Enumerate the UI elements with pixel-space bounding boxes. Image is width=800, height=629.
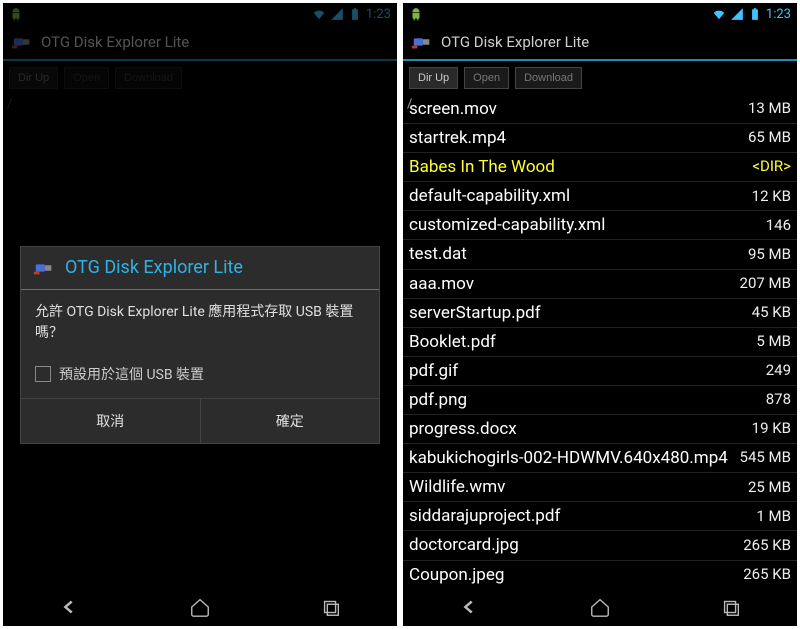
file-size: 45 KB bbox=[752, 303, 791, 323]
file-row[interactable]: test.dat 95 MB bbox=[403, 240, 797, 269]
file-size: 65 MB bbox=[748, 128, 791, 148]
file-size: 878 bbox=[766, 390, 791, 410]
file-row[interactable]: startrek.mp4 65 MB bbox=[403, 124, 797, 153]
checkbox-label: 預設用於這個 USB 裝置 bbox=[59, 364, 204, 384]
file-size: 265 KB bbox=[743, 565, 791, 585]
file-size: 1 MB bbox=[756, 507, 791, 527]
file-name: siddarajuproject.pdf bbox=[409, 505, 750, 527]
file-size: 249 bbox=[766, 361, 791, 381]
file-name: kabukichogirls-002-HDWMV.640x480.mp4 bbox=[409, 447, 734, 469]
dialog-overlay: OTG Disk Explorer Lite 允許 OTG Disk Explo… bbox=[3, 3, 397, 626]
file-name: Booklet.pdf bbox=[409, 331, 750, 353]
file-size: 265 KB bbox=[743, 536, 791, 556]
clock: 1:23 bbox=[766, 7, 791, 22]
file-name: Babes In The Wood bbox=[409, 156, 746, 178]
file-row[interactable]: Babes In The Wood <DIR> bbox=[403, 153, 797, 182]
file-row[interactable]: Booklet.pdf 5 MB bbox=[403, 328, 797, 357]
recent-apps-icon[interactable] bbox=[718, 596, 744, 618]
file-name: screen.mov bbox=[409, 98, 742, 120]
file-size: 207 MB bbox=[740, 274, 791, 294]
file-size: 5 MB bbox=[756, 332, 791, 352]
wifi-icon bbox=[712, 7, 726, 21]
file-row[interactable]: doctorcard.jpg 265 KB bbox=[403, 531, 797, 560]
dialog-title: OTG Disk Explorer Lite bbox=[65, 257, 243, 278]
dialog-buttons: 取消 確定 bbox=[21, 398, 379, 443]
file-size: 12 KB bbox=[752, 187, 791, 207]
file-name: test.dat bbox=[409, 243, 742, 265]
file-name: Coupon.jpeg bbox=[409, 564, 737, 586]
file-size: 95 MB bbox=[748, 245, 791, 265]
dirup-button[interactable]: Dir Up bbox=[409, 67, 458, 89]
file-size: 25 MB bbox=[748, 478, 791, 498]
file-row[interactable]: screen.mov 13 MB bbox=[403, 95, 797, 124]
navbar bbox=[403, 588, 797, 626]
battery-icon bbox=[748, 7, 762, 21]
file-name: Wildlife.wmv bbox=[409, 476, 742, 498]
file-name: default-capability.xml bbox=[409, 185, 746, 207]
file-row[interactable]: pdf.gif 249 bbox=[403, 357, 797, 386]
file-list[interactable]: screen.mov13 MBstartrek.mp465 MBBabes In… bbox=[403, 95, 797, 588]
file-name: startrek.mp4 bbox=[409, 127, 742, 149]
dialog-message: 允許 OTG Disk Explorer Lite 應用程式存取 USB 裝置嗎… bbox=[21, 290, 379, 356]
file-row[interactable]: Coupon.jpeg 265 KB bbox=[403, 561, 797, 589]
file-name: progress.docx bbox=[409, 418, 746, 440]
phone-left: 1:23 OTG Disk Explorer Lite Dir Up Open … bbox=[3, 3, 397, 626]
app-title: OTG Disk Explorer Lite bbox=[441, 33, 589, 51]
home-icon[interactable] bbox=[187, 596, 213, 618]
file-name: customized-capability.xml bbox=[409, 214, 760, 236]
usb-icon bbox=[411, 31, 433, 53]
file-row[interactable]: kabukichogirls-002-HDWMV.640x480.mp4 545 … bbox=[403, 444, 797, 473]
file-row[interactable]: Wildlife.wmv 25 MB bbox=[403, 473, 797, 502]
file-row[interactable]: siddarajuproject.pdf 1 MB bbox=[403, 502, 797, 531]
statusbar: 1:23 bbox=[403, 3, 797, 25]
file-row[interactable]: progress.docx 19 KB bbox=[403, 415, 797, 444]
checkbox-icon[interactable] bbox=[35, 366, 51, 382]
file-name: pdf.gif bbox=[409, 360, 760, 382]
file-row[interactable]: default-capability.xml 12 KB bbox=[403, 182, 797, 211]
file-size: 13 MB bbox=[748, 99, 791, 119]
home-icon[interactable] bbox=[587, 596, 613, 618]
signal-icon bbox=[730, 7, 744, 21]
file-name: aaa.mov bbox=[409, 273, 734, 295]
file-name: doctorcard.jpg bbox=[409, 534, 737, 556]
phone-right: 1:23 OTG Disk Explorer Lite Dir Up Open … bbox=[403, 3, 797, 626]
back-icon[interactable] bbox=[56, 596, 82, 618]
open-button[interactable]: Open bbox=[464, 67, 509, 89]
file-row[interactable]: customized-capability.xml 146 bbox=[403, 211, 797, 240]
file-name: serverStartup.pdf bbox=[409, 302, 746, 324]
file-size: 146 bbox=[766, 216, 791, 236]
android-icon bbox=[409, 7, 423, 21]
file-size: <DIR> bbox=[752, 157, 791, 177]
navbar bbox=[3, 588, 397, 626]
file-row[interactable]: aaa.mov 207 MB bbox=[403, 270, 797, 299]
recent-apps-icon[interactable] bbox=[318, 596, 344, 618]
file-size: 19 KB bbox=[752, 419, 791, 439]
file-row[interactable]: pdf.png 878 bbox=[403, 386, 797, 415]
titlebar: OTG Disk Explorer Lite bbox=[403, 25, 797, 61]
file-row[interactable]: serverStartup.pdf 45 KB bbox=[403, 299, 797, 328]
cancel-button[interactable]: 取消 bbox=[21, 399, 201, 443]
ok-button[interactable]: 確定 bbox=[201, 399, 380, 443]
download-button[interactable]: Download bbox=[515, 67, 582, 89]
usb-icon bbox=[33, 257, 55, 279]
back-icon[interactable] bbox=[456, 596, 482, 618]
toolbar: Dir Up Open Download bbox=[403, 61, 797, 95]
dialog-checkbox-row[interactable]: 預設用於這個 USB 裝置 bbox=[21, 356, 379, 398]
file-name: pdf.png bbox=[409, 389, 760, 411]
file-size: 545 MB bbox=[740, 448, 791, 468]
usb-permission-dialog: OTG Disk Explorer Lite 允許 OTG Disk Explo… bbox=[20, 246, 380, 444]
dialog-header: OTG Disk Explorer Lite bbox=[21, 247, 379, 290]
